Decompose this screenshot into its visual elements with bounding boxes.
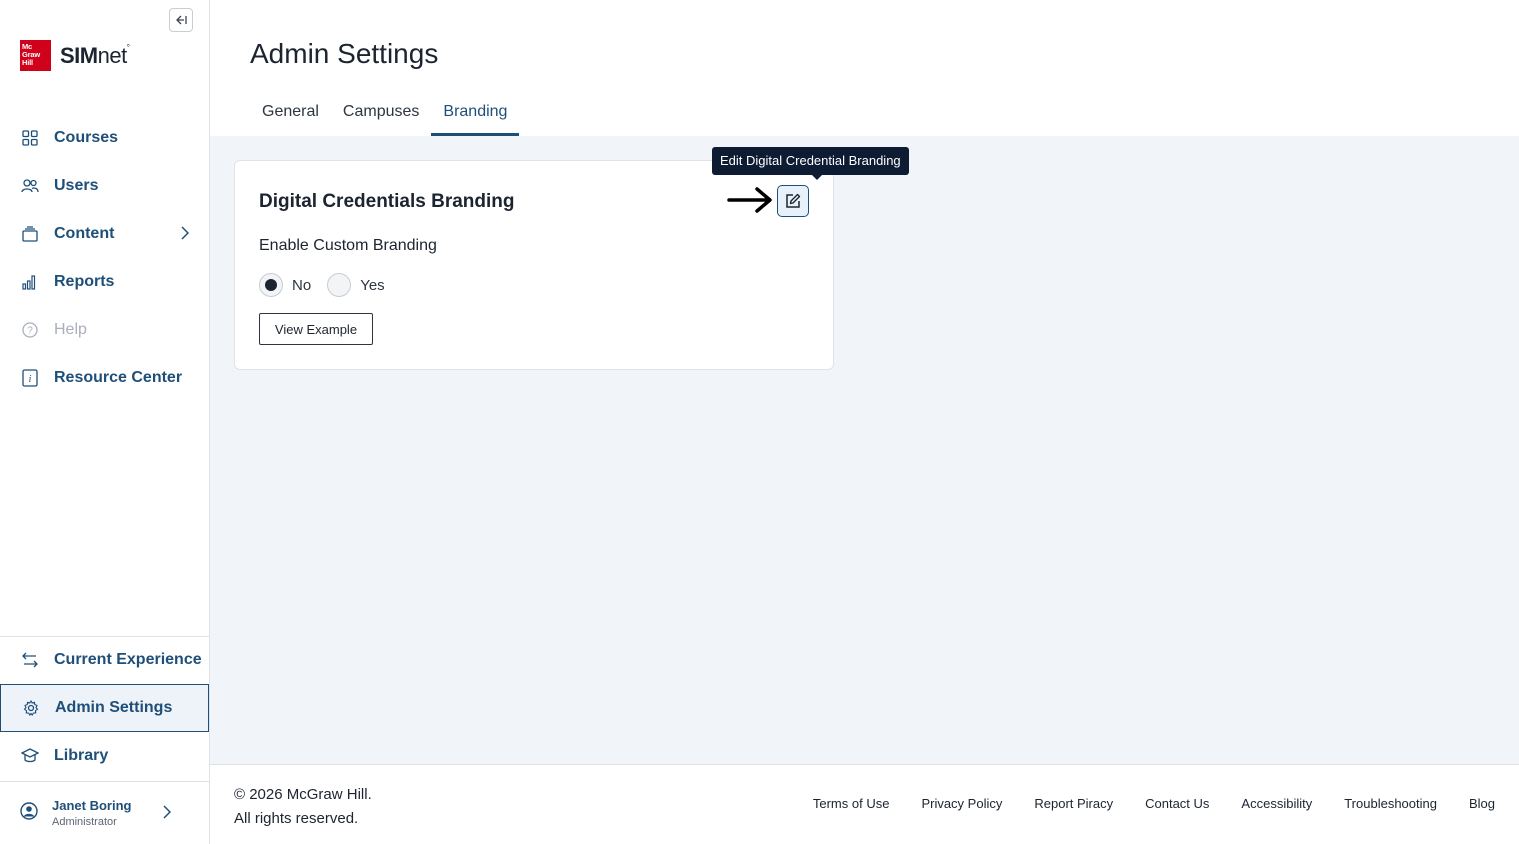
tab-campuses[interactable]: Campuses [331,92,431,136]
sidebar-item-label: Admin Settings [55,699,173,716]
copyright-line-1: © 2026 McGraw Hill. [234,786,372,803]
chevron-right-icon [181,226,189,240]
radio-selected-dot [265,279,277,291]
sidebar-item-resource-center[interactable]: i Resource Center [0,354,209,402]
sidebar-item-admin-settings[interactable]: Admin Settings [0,684,209,732]
sidebar-item-label: Users [54,177,99,194]
footer: © 2026 McGraw Hill. All rights reserved.… [210,764,1519,844]
arrow-right-icon [727,187,772,213]
sidebar-item-reports[interactable]: Reports [0,258,209,306]
sidebar-item-help[interactable]: ? Help [0,306,209,354]
contact-us-link[interactable]: Contact Us [1145,796,1209,811]
accessibility-link[interactable]: Accessibility [1241,796,1312,811]
sidebar-item-label: Resource Center [54,369,183,386]
troubleshooting-link[interactable]: Troubleshooting [1344,796,1437,811]
bar-chart-icon [20,272,40,292]
edit-tooltip: Edit Digital Credential Branding [712,147,909,180]
collapse-sidebar-button[interactable] [169,8,193,32]
view-example-button[interactable]: View Example [259,313,373,345]
collapse-left-icon [176,15,187,25]
user-menu[interactable]: Janet Boring Administrator [0,782,209,844]
radio-no-label: No [292,276,312,294]
sidebar-item-content[interactable]: Content [0,210,209,258]
gear-icon [21,698,41,718]
graduation-cap-icon [20,746,40,766]
switch-arrows-icon [20,650,40,670]
edit-branding-button[interactable] [777,185,809,217]
chevron-right-icon [163,805,171,819]
avatar [20,801,38,825]
sidebar-item-label: Content [54,225,115,242]
simnet-logo: Mc Graw Hill SIMnet° [20,40,130,71]
settings-tabs: General Campuses Branding [250,92,520,136]
sidebar-item-label: Help [54,321,87,338]
sidebar-item-label: Library [54,747,109,764]
terms-of-use-link[interactable]: Terms of Use [813,796,890,811]
privacy-policy-link[interactable]: Privacy Policy [921,796,1002,811]
grid-icon [20,128,40,148]
user-name: Janet Boring [52,798,132,813]
stack-icon [20,224,40,244]
help-icon: ? [20,320,40,340]
sidebar-item-users[interactable]: Users [0,162,209,210]
sidebar-item-courses[interactable]: Courses [0,114,209,162]
sidebar-item-label: Current Experience [54,651,202,668]
sidebar-item-library[interactable]: Library [0,732,209,780]
digital-credentials-branding-card: Digital Credentials Branding Edit Digita… [234,147,909,370]
radio-yes[interactable] [327,273,352,297]
edit-pencil-icon [786,193,801,208]
tab-general[interactable]: General [250,92,331,136]
user-role: Administrator [52,816,117,828]
enable-custom-branding-label: Enable Custom Branding [259,237,437,254]
radio-yes-label: Yes [360,276,385,294]
simnet-wordmark: SIMnet° [60,42,130,68]
radio-no[interactable] [259,273,283,297]
copyright: © 2026 McGraw Hill. All rights reserved. [234,783,372,831]
custom-branding-radio-group: No Yes [259,273,401,297]
page-title: Admin Settings [250,38,439,69]
page-header: Admin Settings General Campuses Branding [210,0,1519,136]
blog-link[interactable]: Blog [1469,796,1495,811]
sidebar-item-label: Courses [54,129,119,146]
card-title: Digital Credentials Branding [259,191,515,212]
sidebar-item-current-experience[interactable]: Current Experience [0,636,209,684]
main-content: Digital Credentials Branding Edit Digita… [210,136,1519,764]
tab-branding[interactable]: Branding [431,92,520,136]
sidebar: Mc Graw Hill SIMnet° Courses Users Content… [0,0,210,844]
report-piracy-link[interactable]: Report Piracy [1034,796,1113,811]
footer-links: Terms of Use Privacy Policy Report Pirac… [781,796,1495,811]
svg-text:i: i [29,374,32,385]
copyright-line-2: All rights reserved. [234,810,359,827]
svg-text:?: ? [27,326,33,337]
users-icon [20,176,40,196]
sidebar-item-label: Reports [54,273,115,290]
mcgraw-hill-logo: Mc Graw Hill [20,40,51,71]
info-icon: i [20,368,40,388]
